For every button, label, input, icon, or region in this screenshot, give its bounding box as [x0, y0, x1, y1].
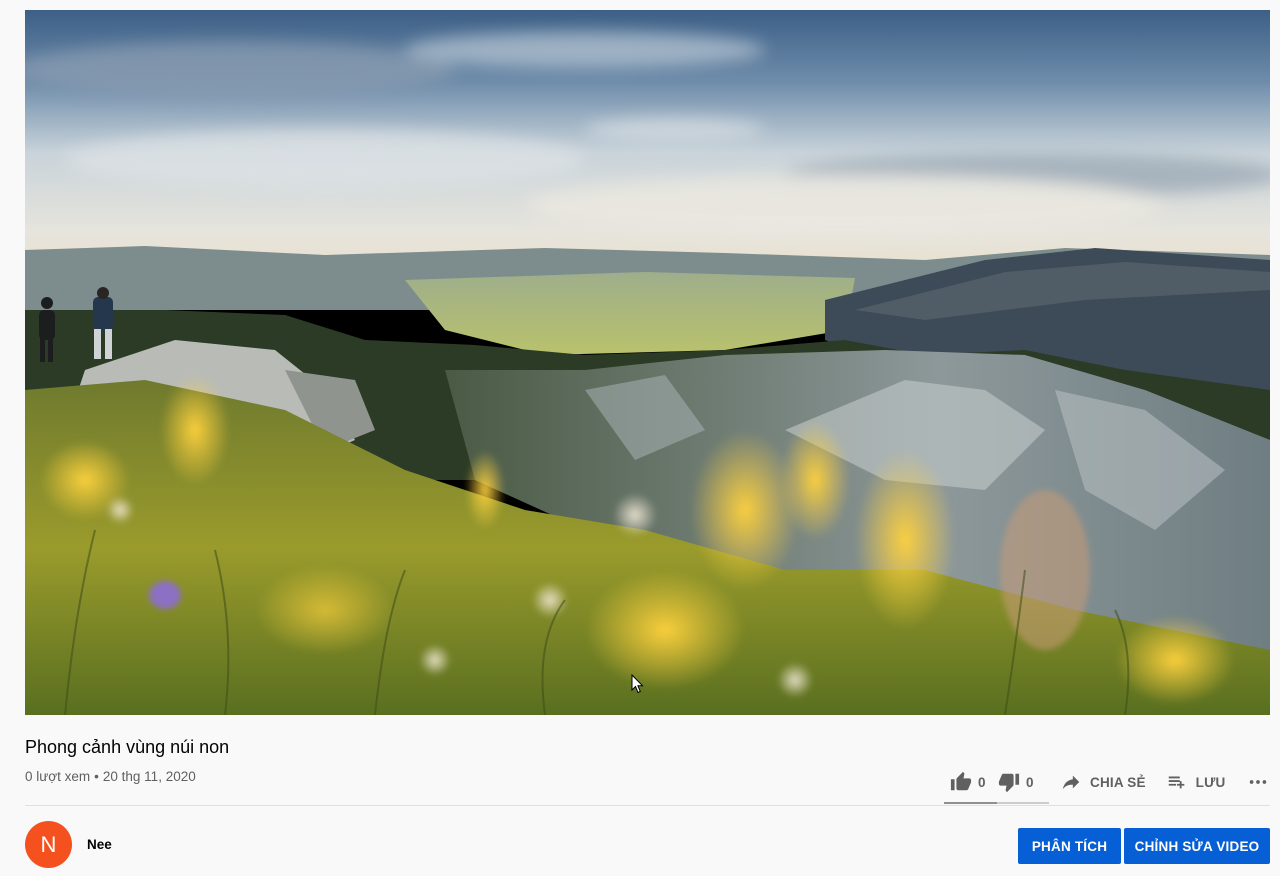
channel-name[interactable]: Nee — [87, 837, 112, 852]
save-label: LƯU — [1195, 774, 1226, 790]
dislike-count: 0 — [1026, 774, 1034, 790]
analytics-button[interactable]: PHÂN TÍCH — [1018, 828, 1121, 864]
mouse-cursor-icon — [631, 674, 644, 694]
video-meta: 0 lượt xem • 20 thg 11, 2020 — [25, 769, 196, 785]
more-actions-button[interactable] — [1247, 767, 1269, 797]
like-count: 0 — [978, 774, 986, 790]
video-frame-landscape — [25, 10, 1270, 715]
divider — [25, 805, 1270, 806]
thumb-down-icon — [998, 773, 1020, 793]
sentiment-bar — [944, 802, 1049, 804]
view-count: 0 lượt xem — [25, 769, 91, 784]
share-arrow-icon — [1062, 775, 1080, 790]
channel-avatar[interactable]: N — [25, 821, 72, 868]
upload-date: 20 thg 11, 2020 — [102, 769, 196, 784]
playlist-add-icon — [1168, 776, 1185, 789]
save-button[interactable]: LƯU — [1166, 767, 1226, 797]
like-button[interactable]: 0 — [944, 767, 992, 797]
edit-video-button[interactable]: CHỈNH SỬA VIDEO — [1124, 828, 1270, 864]
share-button[interactable]: CHIA SẺ — [1060, 767, 1146, 797]
more-horiz-icon — [1250, 780, 1267, 784]
sentiment-bar-fill — [944, 802, 997, 804]
video-watch-page: Phong cảnh vùng núi non 0 lượt xem • 20 th… — [0, 0, 1280, 876]
video-player[interactable] — [25, 10, 1270, 715]
thumb-up-icon — [950, 771, 972, 791]
share-label: CHIA SẺ — [1090, 774, 1146, 790]
meta-separator: • — [94, 769, 99, 784]
video-title: Phong cảnh vùng núi non — [25, 737, 230, 757]
video-actions: 0 0 CHIA SẺ LƯU — [944, 764, 1269, 800]
dislike-button[interactable]: 0 — [992, 767, 1048, 797]
